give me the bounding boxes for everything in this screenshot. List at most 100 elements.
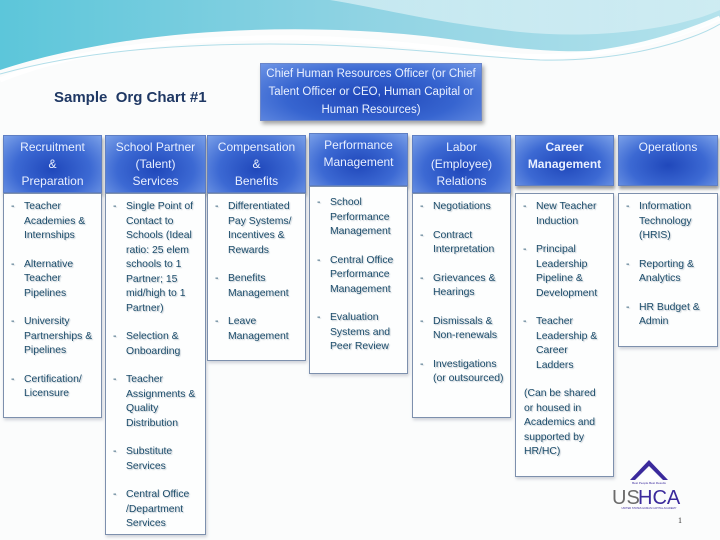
- list-item: - Teacher Academies & Internships: [8, 200, 95, 244]
- list-item: - Substitute Services: [110, 445, 199, 474]
- header-line: (Employee): [430, 157, 493, 171]
- body-compensation: - Differentiated Pay Systems/ Incentives …: [207, 193, 306, 361]
- chief-hr-officer-label: Chief Human Resources Officer (or Chief …: [266, 68, 476, 116]
- list-item: - Teacher Leadership & Career Ladders: [520, 315, 607, 373]
- item-text: Differentiated Pay Systems/ Incentives &…: [228, 201, 292, 256]
- header-recruitment: Recruitment & Preparation: [3, 135, 102, 193]
- bullet-dash: -: [113, 446, 117, 457]
- slide-title: Sample Org Chart #1: [54, 89, 207, 106]
- bullet-dash: -: [11, 316, 15, 327]
- item-text: Evaluation Systems and Peer Review: [330, 312, 391, 352]
- bullet-dash: -: [626, 301, 630, 313]
- list-item: - Negotiations: [417, 200, 504, 215]
- bullet-dash: -: [317, 197, 321, 208]
- item-text: Contract Interpretation: [433, 229, 495, 256]
- bullet-dash: -: [11, 373, 15, 385]
- item-text: Teacher Academies & Internships: [24, 201, 86, 241]
- bullet-dash: -: [523, 316, 527, 327]
- list-item: - University Partnerships & Pipelines: [8, 315, 95, 359]
- item-text: Investigations (or outsourced): [433, 358, 504, 385]
- header-labor: Labor (Employee) Relations: [412, 135, 511, 193]
- bullet-dash: -: [113, 201, 117, 212]
- header-line: Labor: [446, 140, 477, 154]
- list-item: - Teacher Assignments & Quality Distribut…: [110, 373, 199, 431]
- item-text: Teacher Leadership & Career Ladders: [536, 316, 598, 371]
- list-item: - Benefits Management: [212, 272, 299, 301]
- logo-subtitle: UNITED STATES HUMAN CAPITAL ACADEMY: [622, 506, 677, 510]
- body-performance: - School Performance Management - Central …: [309, 186, 408, 374]
- list-item: - Leave Management: [212, 315, 299, 344]
- item-text: Central Office /Department Services: [126, 489, 190, 529]
- item-text: Leave Management: [228, 316, 289, 342]
- list-item: - Evaluation Systems and Peer Review: [314, 311, 401, 355]
- body-school-partner: - Single Point of Contact to Schools (Ide…: [105, 193, 206, 535]
- list-item: - New Teacher Induction: [520, 200, 607, 229]
- list-item: - Principal Leadership Pipeline & Develop…: [520, 243, 607, 301]
- bullet-dash: -: [113, 331, 117, 342]
- header-operations: Operations: [618, 135, 718, 186]
- list-item: - Single Point of Contact to Schools (Ide…: [110, 200, 199, 316]
- list-item: - Contract Interpretation: [417, 229, 504, 258]
- list-item: - Alternative Teacher Pipelines: [8, 258, 95, 302]
- item-text: Substitute Services: [126, 446, 173, 472]
- logo-tagline: Best People Best Results: [632, 481, 666, 485]
- career-note: (Can be shared or housed in Academics an…: [524, 388, 596, 457]
- item-text: Grievances & Hearings: [433, 272, 496, 299]
- header-line: &: [48, 157, 57, 171]
- logo-us: US: [612, 487, 640, 509]
- bullet-dash: -: [215, 316, 219, 327]
- bullet-dash: -: [11, 258, 15, 270]
- bullet-dash: -: [317, 312, 321, 323]
- bullet-dash: -: [626, 201, 630, 212]
- body-labor: - Negotiations - Contract Interpretation -…: [412, 193, 511, 418]
- header-line: (Talent): [135, 157, 176, 171]
- list-item: - Certification/ Licensure: [8, 373, 95, 402]
- item-text: Information Technology (HRIS): [639, 201, 692, 241]
- body-operations: - Information Technology (HRIS) - Reportin…: [618, 193, 718, 347]
- chief-hr-officer-box: Chief Human Resources Officer (or Chief …: [260, 63, 482, 121]
- item-text: Alternative Teacher Pipelines: [24, 258, 74, 299]
- bullet-dash: -: [420, 229, 424, 241]
- bullet-dash: -: [11, 201, 15, 212]
- item-text: Certification/ Licensure: [24, 373, 82, 400]
- list-item: - Dismissals & Non-renewals: [417, 315, 504, 344]
- header-line: &: [252, 157, 261, 171]
- list-item: - Central Office Performance Management: [314, 254, 401, 298]
- bullet-dash: -: [420, 315, 424, 327]
- list-item: - School Performance Management: [314, 196, 401, 240]
- list-item: - Central Office /Department Services: [110, 488, 199, 532]
- header-line: Recruitment: [20, 140, 85, 154]
- item-text: Reporting & Analytics: [639, 258, 694, 285]
- bullet-dash: -: [523, 244, 527, 255]
- item-text: HR Budget & Admin: [639, 301, 700, 328]
- bullet-dash: -: [113, 489, 117, 500]
- header-line: Management: [527, 157, 602, 171]
- bullet-dash: -: [317, 254, 321, 266]
- header-line: Preparation: [21, 174, 84, 188]
- item-text: New Teacher Induction: [536, 201, 597, 227]
- list-item: - Investigations (or outsourced): [417, 358, 504, 387]
- header-line: Benefits: [234, 174, 279, 188]
- header-line: Services: [132, 174, 179, 188]
- bullet-dash: -: [215, 201, 219, 212]
- list-item: - Reporting & Analytics: [623, 258, 711, 287]
- item-text: Selection & Onboarding: [126, 331, 181, 357]
- bullet-dash: -: [215, 273, 219, 284]
- bullet-dash: -: [113, 374, 117, 385]
- header-line: Compensation: [217, 140, 296, 154]
- item-text: Dismissals & Non-renewals: [433, 315, 498, 342]
- header-line: Relations: [436, 174, 487, 188]
- header-line: School Partner: [115, 140, 196, 154]
- list-item: - HR Budget & Admin: [623, 301, 711, 330]
- item-text: University Partnerships & Pipelines: [24, 316, 93, 356]
- bullet-dash: -: [523, 201, 527, 212]
- header-performance: Performance Management: [309, 133, 408, 186]
- roof-icon: [630, 460, 668, 480]
- list-item: - Grievances & Hearings: [417, 272, 504, 301]
- body-career: - New Teacher Induction - Principal Leader…: [515, 193, 614, 477]
- header-career: Career Management: [515, 135, 614, 186]
- header-school-partner: School Partner (Talent) Services: [105, 135, 206, 193]
- bullet-dash: -: [420, 272, 424, 284]
- header-line: Operations: [638, 140, 698, 154]
- bullet-dash: -: [420, 201, 424, 212]
